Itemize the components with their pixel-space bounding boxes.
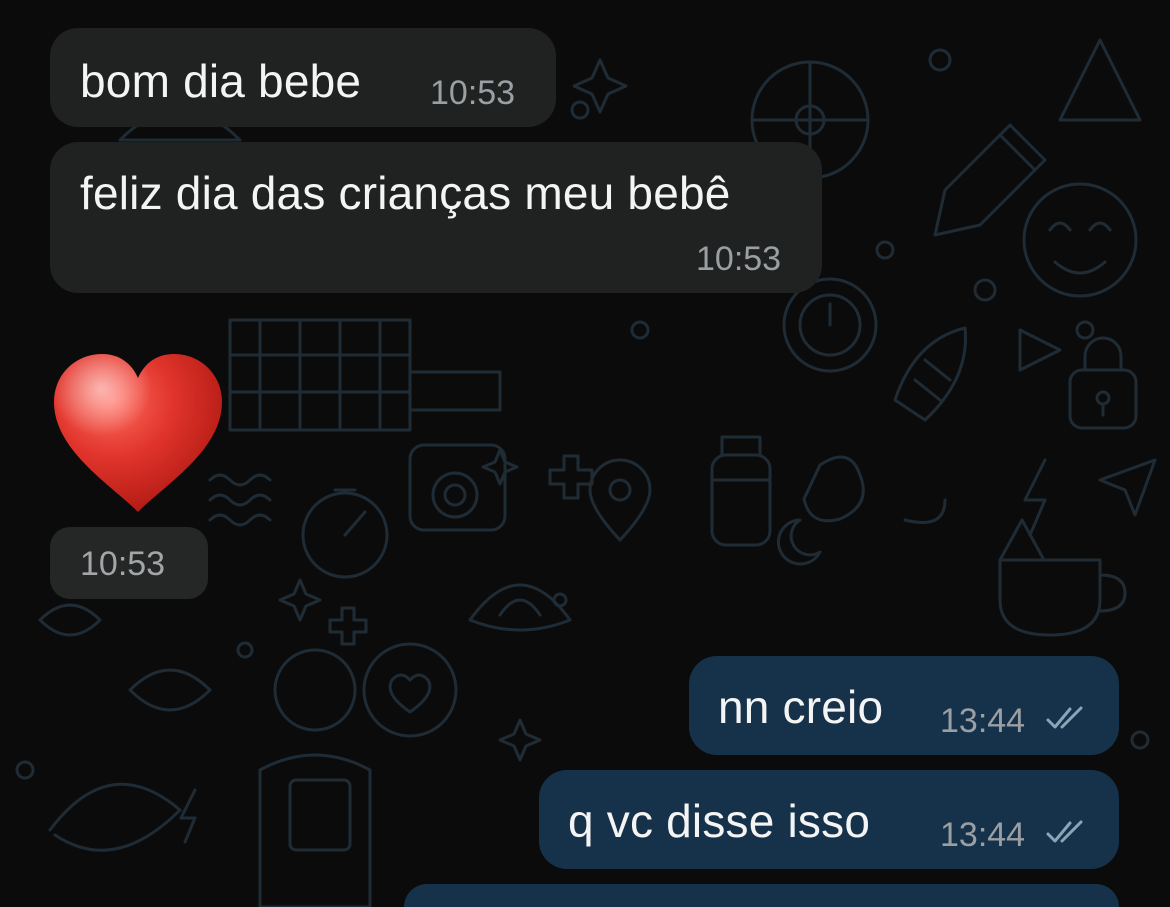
chat-area[interactable]: bom dia bebe 10:53 feliz dia das criança… [0, 0, 1170, 907]
message-text: nn creio [718, 681, 884, 733]
message-text: q vc disse isso [568, 795, 871, 847]
outgoing-message-bubble[interactable]: nn creio 13:44 [689, 656, 1119, 755]
message-text: bom dia bebe [80, 55, 362, 107]
double-check-icon [1046, 706, 1083, 729]
outgoing-message-bubble[interactable]: q vc disse isso 13:44 [539, 770, 1119, 869]
timestamp-pill: 10:53 [50, 527, 208, 599]
message-timestamp: 10:53 [80, 545, 166, 583]
heart-emoji [54, 354, 222, 512]
message-timestamp: 10:53 [696, 240, 782, 278]
message-timestamp: 10:53 [430, 74, 516, 112]
message-text: feliz dia das crianças meu bebê [80, 167, 731, 219]
message-timestamp: 13:44 [940, 702, 1026, 740]
message-timestamp: 13:44 [940, 816, 1026, 854]
incoming-message-bubble[interactable]: bom dia bebe 10:53 [50, 28, 556, 127]
outgoing-message-bubble[interactable] [404, 884, 1119, 907]
incoming-message-bubble[interactable]: feliz dia das crianças meu bebê 10:53 [50, 142, 822, 293]
heart-emoji-message[interactable] [50, 352, 226, 516]
double-check-icon [1046, 820, 1083, 843]
